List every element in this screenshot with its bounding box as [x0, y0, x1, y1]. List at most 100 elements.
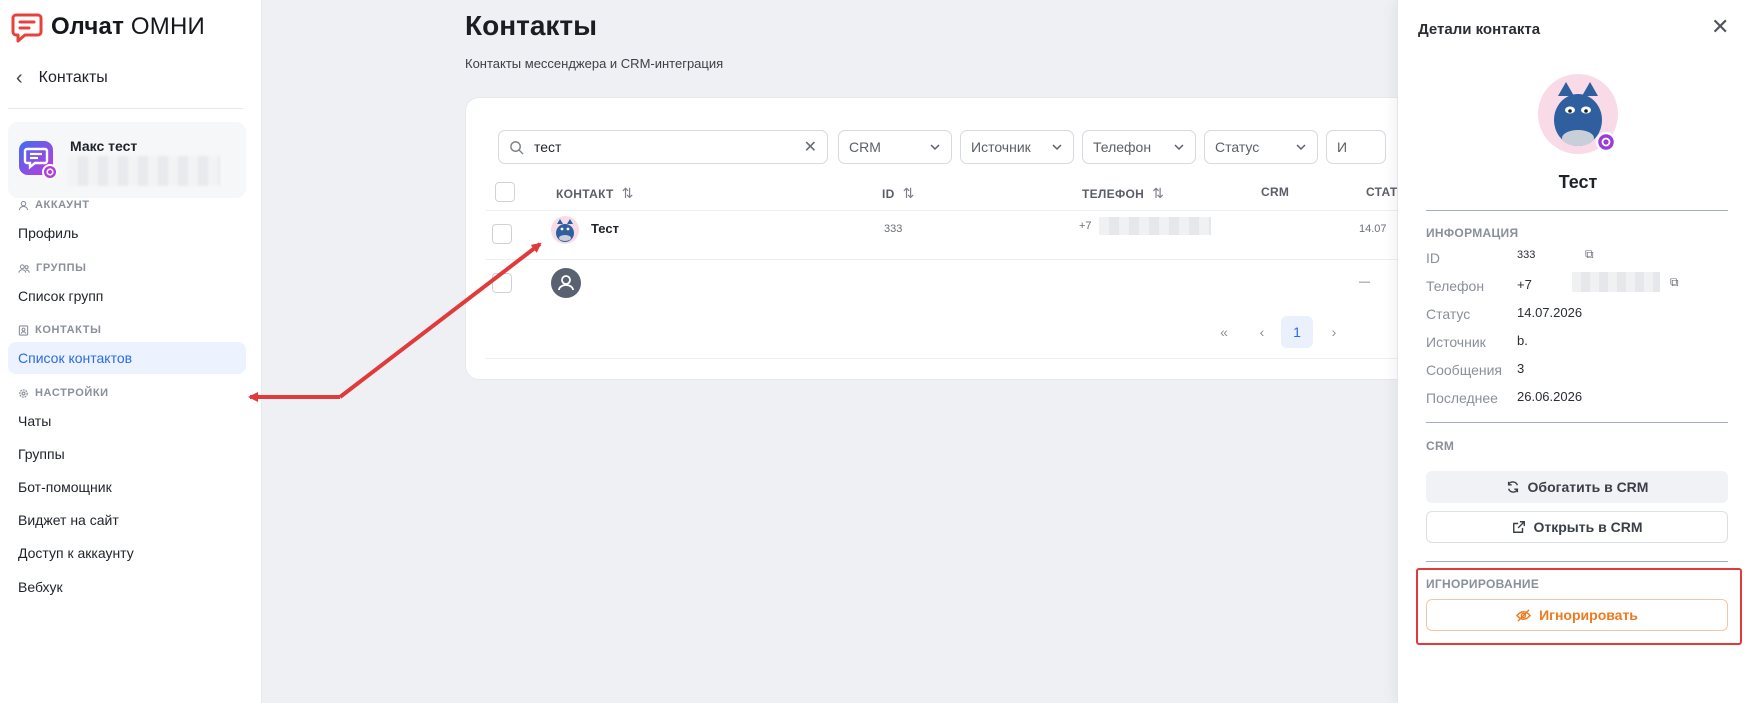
brand-rest: ОМНИ [124, 13, 205, 40]
page-1-button[interactable]: 1 [1281, 316, 1313, 348]
phone-value: +7 [1517, 277, 1532, 292]
section-groups-label: ГРУППЫ [36, 262, 87, 274]
source-key: Источник [1426, 334, 1486, 350]
nav-webhook[interactable]: Вебхук [8, 571, 246, 603]
status-value: 14.07.2026 [1517, 305, 1583, 320]
filter-phone-label: Телефон [1093, 139, 1152, 155]
filter-crm-label: CRM [849, 139, 881, 155]
filter-more[interactable]: И [1326, 130, 1386, 164]
row-id: 333 [884, 223, 903, 235]
row-checkbox[interactable] [492, 224, 512, 244]
sort-icon[interactable]: ⇅ [622, 185, 634, 202]
prev-page-button[interactable]: ‹ [1248, 316, 1276, 348]
nav-access[interactable]: Доступ к аккаунту [8, 537, 246, 569]
copy-icon[interactable]: ⧉ [1670, 275, 1679, 290]
back-label: Контакты [38, 69, 108, 86]
id-value: 333 [1517, 249, 1536, 261]
info-section-label: ИНФОРМАЦИЯ [1426, 226, 1519, 240]
column-phone[interactable]: ТЕЛЕФОН ⇅ [1082, 185, 1164, 202]
column-crm-label: CRM [1261, 185, 1290, 199]
row-status: — [1359, 276, 1370, 288]
divider [1426, 422, 1728, 423]
nav-widget[interactable]: Виджет на сайт [8, 504, 246, 536]
search-input[interactable]: тест ✕ [498, 130, 828, 164]
last-key: Последнее [1426, 390, 1498, 406]
filter-source[interactable]: Источник [960, 130, 1074, 164]
account-avatar-icon [19, 141, 58, 180]
refresh-icon [1507, 481, 1518, 493]
select-all-checkbox[interactable] [495, 182, 515, 202]
clear-search-icon[interactable]: ✕ [804, 137, 817, 157]
row-checkbox[interactable] [492, 273, 512, 293]
back-to-contacts[interactable]: ‹ Контакты [16, 68, 108, 88]
column-id[interactable]: ID ⇅ [882, 185, 915, 202]
open-crm-label: Открыть в CRM [1533, 519, 1643, 535]
section-account-label: АККАУНТ [35, 199, 90, 211]
section-account: АККАУНТ [18, 199, 90, 211]
users-icon [18, 263, 30, 273]
source-value: b. [1517, 333, 1528, 348]
divider [486, 358, 1466, 359]
sort-icon[interactable]: ⇅ [903, 185, 915, 202]
open-crm-button[interactable]: Открыть в CRM [1426, 511, 1728, 543]
contact-avatar-icon [1538, 74, 1618, 154]
crm-section-label: CRM [1426, 439, 1455, 453]
enrich-crm-button[interactable]: Обогатить в CRM [1426, 471, 1728, 503]
chevron-down-icon [1174, 144, 1184, 151]
filter-source-label: Источник [971, 139, 1031, 155]
divider [486, 259, 1466, 260]
section-settings: НАСТРОЙКИ [18, 387, 109, 399]
column-contact-label: КОНТАКТ [556, 186, 614, 201]
nav-contacts-list[interactable]: Список контактов [8, 342, 246, 374]
column-phone-label: ТЕЛЕФОН [1082, 186, 1145, 201]
section-groups: ГРУППЫ [18, 262, 86, 274]
sort-icon[interactable]: ⇅ [1152, 185, 1164, 202]
nav-groups-list[interactable]: Список групп [8, 280, 246, 312]
status-key: Статус [1426, 306, 1471, 322]
search-icon [510, 140, 524, 155]
divider [1426, 561, 1728, 562]
last-value: 26.06.2026 [1517, 389, 1583, 404]
phone-key: Телефон [1426, 278, 1485, 294]
column-contact[interactable]: КОНТАКТ ⇅ [556, 185, 634, 202]
divider [1426, 210, 1728, 211]
messages-value: 3 [1517, 361, 1525, 376]
nav-groups[interactable]: Группы [8, 438, 246, 470]
nav-bot[interactable]: Бот-помощник [8, 471, 246, 503]
contact-book-icon [18, 324, 29, 336]
filter-more-label: И [1337, 139, 1348, 155]
nav-chats[interactable]: Чаты [8, 405, 246, 437]
nav-profile[interactable]: Профиль [8, 217, 246, 249]
chevron-left-icon: ‹ [16, 67, 23, 89]
section-contacts: КОНТАКТЫ [18, 324, 101, 336]
gear-icon [19, 388, 28, 398]
filter-status[interactable]: Статус [1204, 130, 1318, 164]
filter-crm[interactable]: CRM [838, 130, 952, 164]
account-card[interactable]: Макс тест [8, 122, 246, 198]
section-settings-label: НАСТРОЙКИ [35, 387, 109, 399]
search-value: тест [534, 139, 562, 155]
default-avatar-icon [551, 268, 581, 298]
copy-icon[interactable]: ⧉ [1585, 247, 1594, 262]
panel-title: Детали контакта [1418, 21, 1541, 38]
phone-redacted [1099, 217, 1211, 235]
chat-logo-icon [11, 13, 43, 43]
enrich-crm-label: Обогатить в CRM [1527, 479, 1649, 495]
user-icon [18, 200, 29, 210]
first-page-button[interactable]: « [1210, 316, 1238, 348]
app-logo[interactable]: Олчат ОМНИ [11, 11, 205, 43]
filter-phone[interactable]: Телефон [1082, 130, 1196, 164]
chevron-down-icon [930, 144, 940, 151]
row-contact-name[interactable]: Тест [591, 221, 619, 236]
divider [486, 210, 1466, 211]
close-icon[interactable]: ✕ [1711, 16, 1729, 38]
cat-avatar-icon [551, 216, 579, 244]
section-contacts-label: КОНТАКТЫ [35, 324, 102, 336]
divider [8, 108, 243, 109]
next-page-button[interactable]: › [1320, 316, 1348, 348]
account-id-redacted [68, 156, 220, 186]
contacts-card: тест ✕ CRM Источник Телефон Статус И КОН… [465, 97, 1466, 380]
id-key: ID [1426, 250, 1440, 266]
page-title: Контакты [465, 10, 598, 41]
phone-redacted [1572, 272, 1660, 292]
